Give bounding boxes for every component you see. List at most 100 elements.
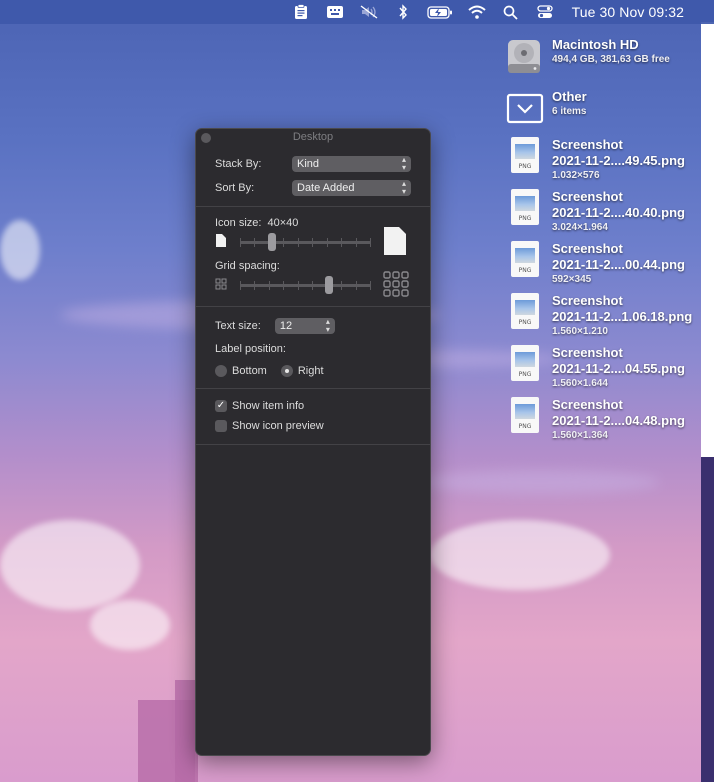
wallpaper-cloud bbox=[430, 520, 610, 590]
menu-bar: Tue 30 Nov 09:32 bbox=[0, 0, 714, 24]
show-icon-preview-checkbox[interactable] bbox=[215, 420, 227, 432]
bluetooth-icon[interactable] bbox=[392, 1, 414, 23]
folder-info: 6 items bbox=[552, 106, 587, 117]
menu-bar-clock[interactable]: Tue 30 Nov 09:32 bbox=[572, 4, 684, 20]
grid-spacing-label: Grid spacing: bbox=[215, 260, 280, 272]
panel-titlebar[interactable]: Desktop bbox=[196, 129, 430, 146]
file-name-line1: Screenshot bbox=[552, 241, 623, 256]
show-item-info-checkbox[interactable]: ✓ bbox=[215, 400, 227, 412]
clipboard-icon[interactable] bbox=[290, 1, 312, 23]
wallpaper-building bbox=[175, 680, 195, 782]
large-grid-icon bbox=[383, 270, 409, 300]
control-center-icon[interactable] bbox=[534, 1, 556, 23]
radio-button-selected[interactable] bbox=[280, 365, 293, 377]
desktop-file-item[interactable]: PNG Screenshot 2021-11-2....04.48.png 1.… bbox=[505, 397, 685, 443]
file-info: 1.560×1.210 bbox=[552, 326, 608, 337]
sort-by-label: Sort By: bbox=[215, 182, 255, 194]
stack-by-value: Kind bbox=[297, 158, 320, 170]
desktop-file-item[interactable]: PNG Screenshot 2021-11-2....00.44.png 59… bbox=[505, 241, 685, 287]
wallpaper-cloud bbox=[0, 520, 140, 610]
icon-size-slider[interactable] bbox=[240, 232, 371, 251]
wifi-icon[interactable] bbox=[466, 1, 488, 23]
show-item-info-checkbox-row[interactable]: ✓ Show item info bbox=[215, 396, 411, 416]
text-size-select[interactable]: 12 ▴ ▾ bbox=[274, 318, 335, 334]
drive-name: Macintosh HD bbox=[552, 37, 639, 52]
updown-chevron-icon: ▴ ▾ bbox=[401, 179, 406, 196]
hard-drive-icon bbox=[505, 37, 545, 77]
desktop-file-item[interactable]: PNG Screenshot 2021-11-2....04.55.png 1.… bbox=[505, 345, 685, 391]
text-section: Text size: 12 ▴ ▾ Label position: Bottom … bbox=[196, 307, 430, 389]
file-name-line1: Screenshot bbox=[552, 345, 623, 360]
grid-spacing-slider[interactable] bbox=[240, 275, 371, 294]
desktop-item-drive[interactable]: Macintosh HD 494,4 GB, 381,63 GB free bbox=[505, 37, 670, 77]
slider-tick bbox=[240, 237, 241, 247]
file-name-line2: 2021-11-2....04.55.png bbox=[552, 361, 685, 376]
mute-icon[interactable] bbox=[358, 1, 380, 23]
file-name-line2: 2021-11-2....49.45.png bbox=[552, 153, 685, 168]
icon-size-value: 40×40 bbox=[267, 217, 299, 229]
slider-tick bbox=[356, 280, 357, 290]
label-position-label: Label position: bbox=[215, 343, 286, 355]
png-file-icon: PNG bbox=[505, 397, 545, 437]
drive-info: 494,4 GB, 381,63 GB free bbox=[552, 54, 670, 65]
slider-tick bbox=[312, 280, 313, 290]
label-position-right-radio[interactable]: Right bbox=[280, 365, 324, 377]
file-name-line1: Screenshot bbox=[552, 137, 623, 152]
file-info: 1.560×1.644 bbox=[552, 378, 608, 389]
label-position-right-text: Right bbox=[297, 365, 324, 377]
wallpaper-streak bbox=[420, 470, 660, 494]
battery-charging-icon[interactable] bbox=[426, 1, 454, 23]
show-icon-preview-checkbox-row[interactable]: Show icon preview bbox=[215, 416, 411, 436]
close-button[interactable] bbox=[201, 133, 211, 143]
wallpaper-cloud bbox=[0, 220, 40, 280]
file-info: 1.560×1.364 bbox=[552, 430, 608, 441]
desktop-item-folder[interactable]: Other 6 items bbox=[505, 89, 587, 129]
show-item-info-label: Show item info bbox=[232, 400, 305, 412]
file-info: 1.032×576 bbox=[552, 170, 600, 181]
small-document-icon bbox=[215, 234, 227, 250]
sort-by-value: Date Added bbox=[297, 182, 355, 194]
sort-by-select[interactable]: Date Added ▴ ▾ bbox=[292, 180, 411, 196]
slider-tick bbox=[254, 237, 255, 247]
slider-tick bbox=[327, 237, 328, 247]
slider-tick bbox=[341, 237, 342, 247]
slider-tick bbox=[298, 237, 299, 247]
stack-by-label: Stack By: bbox=[215, 158, 262, 170]
slider-knob[interactable] bbox=[268, 232, 276, 251]
label-position-bottom-radio[interactable]: Bottom bbox=[215, 365, 267, 377]
slider-knob[interactable] bbox=[325, 275, 333, 294]
folder-name: Other bbox=[552, 89, 587, 104]
size-section: Icon size: 40×40 Grid spacing: bbox=[196, 207, 430, 307]
desktop-file-item[interactable]: PNG Screenshot 2021-11-2....40.40.png 3.… bbox=[505, 189, 685, 235]
text-size-value: 12 bbox=[279, 320, 293, 332]
file-name-line1: Screenshot bbox=[552, 293, 623, 308]
file-name-line2: 2021-11-2....40.40.png bbox=[552, 205, 685, 220]
png-file-icon: PNG bbox=[505, 189, 545, 229]
text-size-label: Text size: bbox=[215, 320, 261, 332]
slider-tick bbox=[298, 280, 299, 290]
label-position-bottom-text: Bottom bbox=[232, 365, 267, 377]
file-info: 3.024×1.964 bbox=[552, 222, 608, 233]
slider-tick bbox=[283, 280, 284, 290]
panel-title: Desktop bbox=[292, 131, 334, 143]
large-document-icon bbox=[383, 226, 407, 258]
slider-tick bbox=[370, 237, 371, 247]
keyboard-icon[interactable] bbox=[324, 1, 346, 23]
slider-tick bbox=[254, 280, 255, 290]
slider-tick bbox=[370, 280, 371, 290]
slider-tick bbox=[283, 237, 284, 247]
view-options-panel: Desktop Stack By: Kind ▴ ▾ Sort By: Date … bbox=[195, 128, 431, 756]
file-name-line1: Screenshot bbox=[552, 189, 623, 204]
png-file-icon: PNG bbox=[505, 241, 545, 281]
desktop-file-item[interactable]: PNG Screenshot 2021-11-2....49.45.png 1.… bbox=[505, 137, 685, 183]
stack-by-select[interactable]: Kind ▴ ▾ bbox=[292, 156, 411, 172]
spotlight-search-icon[interactable] bbox=[500, 1, 522, 23]
desktop-file-item[interactable]: PNG Screenshot 2021-11-2...1.06.18.png 1… bbox=[505, 293, 692, 339]
wallpaper-edge bbox=[701, 22, 714, 782]
png-file-icon: PNG bbox=[505, 345, 545, 385]
icon-size-label: Icon size: bbox=[215, 217, 262, 229]
show-icon-preview-label: Show icon preview bbox=[232, 420, 324, 432]
wallpaper-cloud bbox=[90, 600, 170, 650]
file-info: 592×345 bbox=[552, 274, 592, 285]
radio-button[interactable] bbox=[215, 365, 227, 377]
